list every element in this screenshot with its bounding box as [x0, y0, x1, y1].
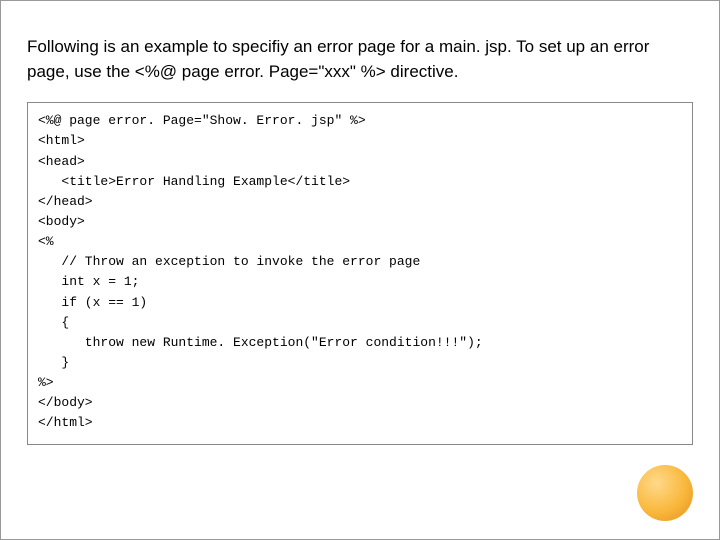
- intro-text: Following is an example to specifiy an e…: [27, 35, 693, 84]
- code-box: <%@ page error. Page="Show. Error. jsp" …: [27, 102, 693, 444]
- code-line: }: [38, 353, 682, 373]
- code-line: {: [38, 313, 682, 333]
- code-line: <%: [38, 232, 682, 252]
- code-line: <title>Error Handling Example</title>: [38, 172, 682, 192]
- code-line: </head>: [38, 192, 682, 212]
- slide: Following is an example to specifiy an e…: [1, 1, 719, 465]
- code-line: <%@ page error. Page="Show. Error. jsp" …: [38, 111, 682, 131]
- code-line: <html>: [38, 131, 682, 151]
- decor-circle-icon: [637, 465, 693, 521]
- code-line: <body>: [38, 212, 682, 232]
- code-line: if (x == 1): [38, 293, 682, 313]
- code-line: int x = 1;: [38, 272, 682, 292]
- code-line: </body>: [38, 393, 682, 413]
- intro-part2: directive.: [386, 62, 459, 81]
- code-line: // Throw an exception to invoke the erro…: [38, 252, 682, 272]
- code-line: </html>: [38, 413, 682, 433]
- code-line: %>: [38, 373, 682, 393]
- code-line: throw new Runtime. Exception("Error cond…: [38, 333, 682, 353]
- code-line: <head>: [38, 152, 682, 172]
- intro-directive: <%@ page error. Page="xxx" %>: [135, 62, 386, 81]
